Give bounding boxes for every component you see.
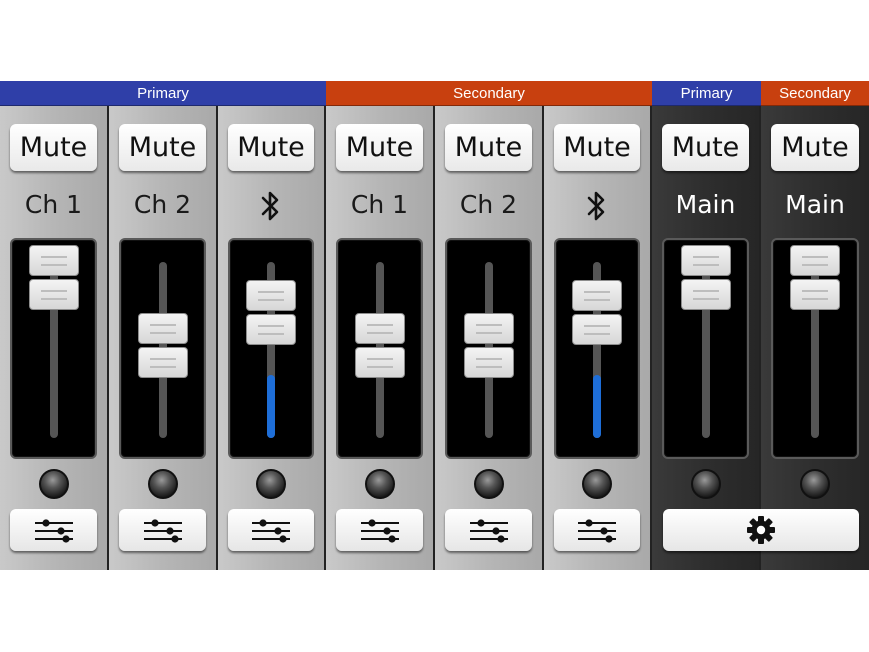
channel-settings-button[interactable] [119, 509, 206, 551]
mute-button[interactable]: Mute [336, 124, 423, 171]
fader-well [336, 238, 423, 459]
signal-led [582, 469, 612, 499]
fader-well [554, 238, 640, 459]
channel-strip-secondary-main: Mute Main [761, 106, 869, 570]
mute-button[interactable]: Mute [228, 124, 314, 171]
signal-led [38, 469, 69, 499]
channel-label: Ch 1 [350, 190, 409, 219]
sliders-icon [360, 519, 399, 543]
fader-knob[interactable] [354, 313, 405, 379]
signal-led [147, 469, 178, 499]
mute-button[interactable]: Mute [554, 124, 640, 171]
fader-well [445, 238, 532, 459]
signal-led [364, 469, 395, 499]
fader-knob[interactable] [246, 280, 296, 346]
channel-strip-secondary-ch2: Mute Ch 2 [435, 106, 544, 570]
fader-knob[interactable] [680, 244, 731, 311]
channel-strip-primary-ch1: Mute Ch 1 [0, 106, 109, 570]
level-fill [593, 374, 601, 438]
channel-strip-primary-main: Mute Main [652, 106, 761, 570]
channel-label: Ch 1 [24, 190, 83, 219]
channel-icon [218, 185, 324, 225]
sliders-icon [252, 519, 290, 543]
settings-button[interactable] [663, 509, 859, 551]
gear-icon [747, 516, 775, 544]
level-fill [267, 374, 275, 438]
channel-label: Main [785, 190, 845, 219]
channel-label: Main [675, 190, 736, 219]
channel-strip-primary-bluetooth: Mute [218, 106, 326, 570]
mute-button[interactable]: Mute [662, 124, 749, 171]
fader-well [119, 238, 206, 459]
group-header-primary-main: Primary [652, 81, 761, 106]
channel-label: Ch 2 [459, 190, 518, 219]
channel-settings-button[interactable] [445, 509, 532, 551]
signal-led [256, 469, 286, 499]
signal-led [800, 469, 830, 499]
fader-well [228, 238, 314, 459]
fader-knob[interactable] [463, 313, 514, 379]
mute-button[interactable]: Mute [771, 124, 859, 171]
bluetooth-icon [587, 191, 605, 221]
fader-well [771, 238, 859, 459]
mute-button[interactable]: Mute [445, 124, 532, 171]
signal-led [473, 469, 504, 499]
bluetooth-icon [261, 191, 279, 221]
group-header-secondary-main: Secondary [761, 81, 869, 106]
channel-settings-button[interactable] [554, 509, 640, 551]
sliders-icon [469, 519, 508, 543]
sliders-icon [578, 519, 616, 543]
signal-led [690, 469, 721, 499]
channel-icon [544, 185, 650, 225]
fader-knob[interactable] [572, 280, 622, 346]
channel-settings-button[interactable] [10, 509, 97, 551]
fader-well [10, 238, 97, 459]
mute-button[interactable]: Mute [119, 124, 206, 171]
group-header-secondary: Secondary [326, 81, 652, 106]
group-header-primary: Primary [0, 81, 326, 106]
fader-knob[interactable] [137, 313, 188, 379]
channel-strip-secondary-ch1: Mute Ch 1 [326, 106, 435, 570]
fader-knob[interactable] [28, 244, 79, 311]
sliders-icon [34, 519, 73, 543]
mute-button[interactable]: Mute [10, 124, 97, 171]
fader-knob[interactable] [790, 244, 840, 311]
channel-strip-primary-ch2: Mute Ch 2 [109, 106, 218, 570]
channel-settings-button[interactable] [336, 509, 423, 551]
channel-label: Ch 2 [133, 190, 192, 219]
channel-settings-button[interactable] [228, 509, 314, 551]
channel-strip-secondary-bluetooth: Mute [544, 106, 652, 570]
mixer-console: Primary Secondary Primary Secondary Mute… [0, 81, 869, 570]
fader-well [662, 238, 749, 459]
sliders-icon [143, 519, 182, 543]
